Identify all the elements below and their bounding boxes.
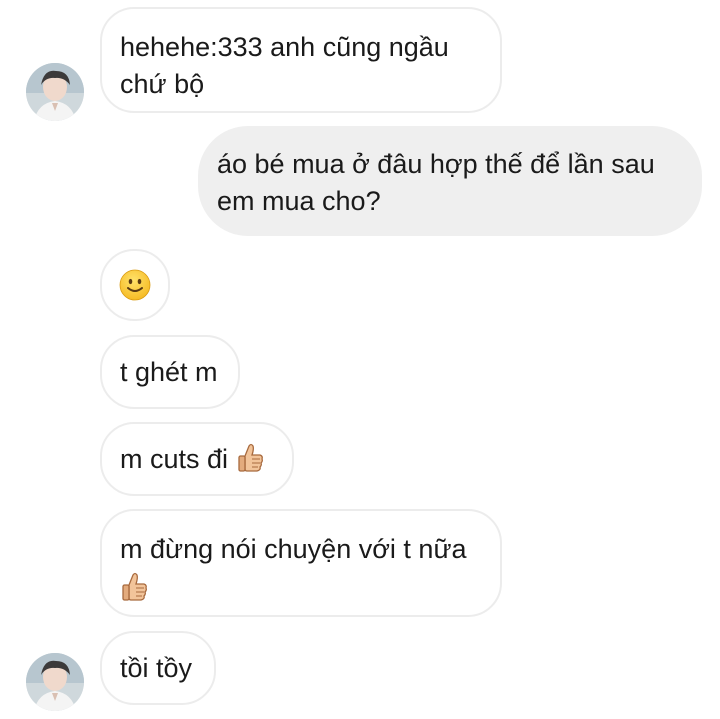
message-text: m cuts đi xyxy=(120,443,229,474)
thumbs-up-icon xyxy=(238,443,264,472)
message-text-line: chứ bộ xyxy=(120,69,205,99)
message-text: tồi tồy xyxy=(120,652,193,683)
message-bubble-incoming[interactable]: tồi tồy xyxy=(100,631,216,705)
contact-avatar[interactable] xyxy=(26,63,84,121)
message-bubble-incoming[interactable]: hehehe:333 anh cũng ngầu chứ bộ xyxy=(100,7,502,113)
message-text-line: áo bé mua ở đâu hợp thế để lần sau xyxy=(217,149,655,179)
avatar-photo xyxy=(26,653,84,711)
message-bubble-incoming[interactable]: t ghét m xyxy=(100,335,240,409)
message-bubble-outgoing[interactable]: áo bé mua ở đâu hợp thế để lần sau em mu… xyxy=(198,126,702,236)
thumbs-up-icon xyxy=(122,572,147,601)
contact-avatar[interactable] xyxy=(26,653,84,711)
message-bubble-incoming[interactable]: m cuts đi xyxy=(100,422,294,496)
message-bubble-incoming[interactable]: m đừng nói chuyện với t nữa xyxy=(100,509,502,617)
message-text-line: hehehe:333 anh cũng ngầu xyxy=(120,32,449,62)
avatar-photo xyxy=(26,63,84,121)
message-bubble-incoming[interactable] xyxy=(100,249,170,321)
chat-thread: hehehe:333 anh cũng ngầu chứ bộ áo bé mu… xyxy=(0,0,720,719)
message-text-line: em mua cho? xyxy=(217,186,381,216)
message-text: t ghét m xyxy=(120,356,218,387)
message-text: m đừng nói chuyện với t nữa xyxy=(120,534,467,564)
slightly-smiling-face-icon xyxy=(119,269,151,301)
